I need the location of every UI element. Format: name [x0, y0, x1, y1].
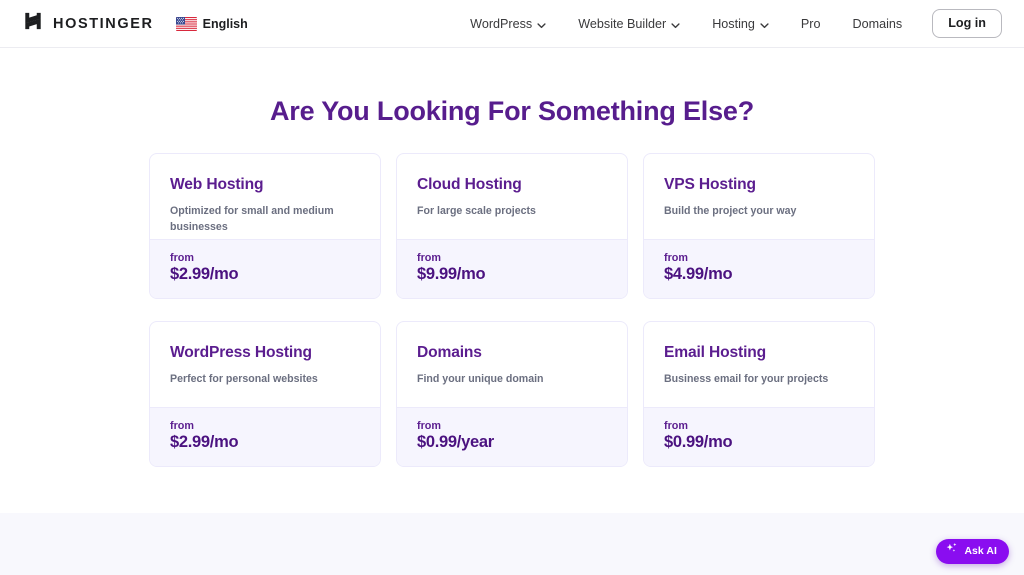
card-title: WordPress Hosting [170, 344, 312, 361]
site-header: HOSTINGER English WordPress Website Buil… [0, 0, 1024, 48]
card-title: Email Hosting [664, 344, 767, 361]
chevron-down-icon [760, 19, 769, 29]
from-label: from [664, 252, 688, 264]
card-title: Domains [417, 344, 482, 361]
nav-item-label: Website Builder [578, 16, 667, 31]
card-top: Web Hosting Optimized for small and medi… [150, 154, 380, 239]
nav-item-label: Domains [852, 16, 903, 31]
card-top: WordPress Hosting Perfect for personal w… [150, 322, 380, 407]
page-bottom-band: Ask AI [0, 513, 1024, 575]
card-title: VPS Hosting [664, 176, 756, 193]
nav-item-domains[interactable]: Domains [837, 17, 919, 31]
card-title: Cloud Hosting [417, 176, 522, 193]
card-description: Find your unique domain [417, 373, 544, 385]
nav-item-label: Pro [800, 16, 821, 31]
card-price-footer: from $2.99/mo [150, 407, 380, 466]
nav-item-hosting[interactable]: Hosting [696, 17, 785, 31]
product-card-wordpress-hosting[interactable]: WordPress Hosting Perfect for personal w… [149, 321, 381, 467]
nav-item-label: WordPress [470, 16, 533, 31]
card-price: $2.99/mo [170, 265, 239, 283]
card-price-footer: from $0.99/year [397, 407, 627, 466]
card-price-footer: from $0.99/mo [644, 407, 874, 466]
from-label: from [170, 420, 194, 432]
card-top: Email Hosting Business email for your pr… [644, 322, 874, 407]
card-price: $0.99/year [417, 433, 494, 451]
card-top: Domains Find your unique domain [397, 322, 627, 407]
card-description: Perfect for personal websites [170, 373, 318, 385]
from-label: from [664, 420, 688, 432]
card-title: Web Hosting [170, 176, 264, 193]
ask-ai-label: Ask AI [964, 546, 997, 557]
product-card-cloud-hosting[interactable]: Cloud Hosting For large scale projects f… [396, 153, 628, 299]
product-card-grid: Web Hosting Optimized for small and medi… [149, 153, 875, 467]
hostinger-h-logo-icon [22, 10, 44, 37]
product-card-email-hosting[interactable]: Email Hosting Business email for your pr… [643, 321, 875, 467]
nav-item-wordpress[interactable]: WordPress [454, 17, 562, 31]
card-description: For large scale projects [417, 205, 536, 217]
card-description: Optimized for small and medium businesse… [170, 205, 334, 234]
hostinger-wordmark: HOSTINGER [53, 15, 154, 32]
from-label: from [170, 252, 194, 264]
log-in-button[interactable]: Log in [932, 8, 1002, 39]
main-navigation: WordPress Website Builder Hosting Pro Do… [454, 8, 1002, 39]
ask-ai-button[interactable]: Ask AI [936, 539, 1009, 564]
product-card-domains[interactable]: Domains Find your unique domain from $0.… [396, 321, 628, 467]
card-price: $4.99/mo [664, 265, 733, 283]
card-description: Business email for your projects [664, 373, 829, 385]
from-label: from [417, 252, 441, 264]
main-content: Are You Looking For Something Else? Web … [0, 48, 1024, 513]
page-title: Are You Looking For Something Else? [269, 96, 755, 126]
nav-item-website-builder[interactable]: Website Builder [562, 17, 696, 31]
us-flag-icon [175, 16, 197, 31]
card-price: $2.99/mo [170, 433, 239, 451]
card-price: $9.99/mo [417, 265, 486, 283]
chevron-down-icon [671, 19, 680, 29]
card-price-footer: from $2.99/mo [150, 239, 380, 298]
nav-item-label: Hosting [712, 16, 755, 31]
sparkle-icon [945, 542, 959, 561]
hostinger-logo[interactable]: HOSTINGER [22, 10, 154, 37]
card-description: Build the project your way [664, 205, 797, 217]
chevron-down-icon [537, 19, 546, 29]
card-top: VPS Hosting Build the project your way [644, 154, 874, 239]
language-selector[interactable]: English [175, 16, 248, 31]
card-price: $0.99/mo [664, 433, 733, 451]
nav-item-pro[interactable]: Pro [785, 17, 837, 31]
product-card-web-hosting[interactable]: Web Hosting Optimized for small and medi… [149, 153, 381, 299]
from-label: from [417, 420, 441, 432]
language-label: English [202, 16, 248, 31]
card-price-footer: from $4.99/mo [644, 239, 874, 298]
product-card-vps-hosting[interactable]: VPS Hosting Build the project your way f… [643, 153, 875, 299]
card-price-footer: from $9.99/mo [397, 239, 627, 298]
card-top: Cloud Hosting For large scale projects [397, 154, 627, 239]
